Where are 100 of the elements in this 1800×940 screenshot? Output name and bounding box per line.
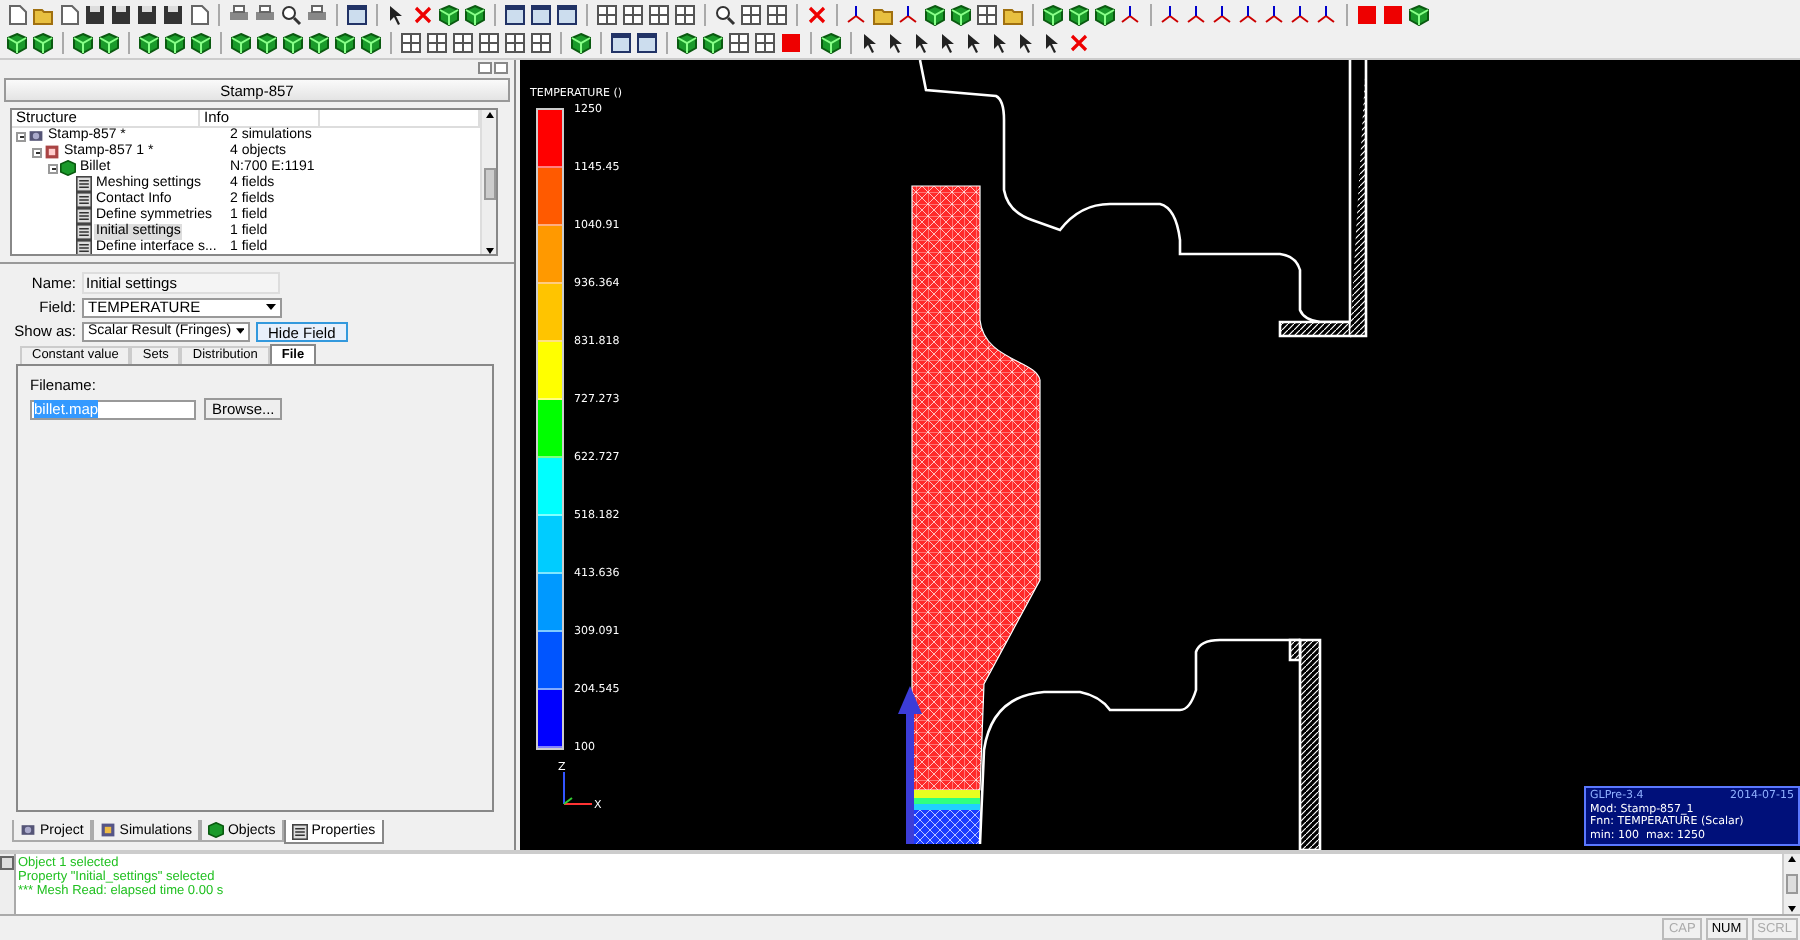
toolbar-button[interactable] [634, 30, 658, 54]
cube-icon [333, 31, 355, 53]
up-arrow-icon [1786, 854, 1798, 864]
toolbar-button[interactable] [358, 30, 382, 54]
search-icon [713, 3, 735, 25]
close-button[interactable] [494, 62, 508, 74]
scrollbar[interactable] [480, 110, 496, 254]
toolbar-button[interactable] [948, 2, 972, 26]
floppy-icon [161, 3, 183, 25]
toolbar-button[interactable] [228, 30, 252, 54]
down-arrow-icon [483, 246, 495, 254]
close-icon [411, 3, 433, 25]
toolbar-button[interactable] [1288, 2, 1312, 26]
expander-icon[interactable] [32, 147, 42, 157]
caret-icon [235, 328, 244, 334]
toolbar-button[interactable] [70, 30, 94, 54]
cube-icon [569, 31, 591, 53]
minimize-button[interactable] [478, 62, 492, 74]
toolbar-button[interactable] [30, 30, 54, 54]
cube-icon [163, 31, 185, 53]
cube-icon [97, 31, 119, 53]
toolbar-button[interactable] [674, 30, 698, 54]
toolbar-button[interactable] [254, 30, 278, 54]
toolbar-button[interactable] [280, 30, 304, 54]
floppy-icon [109, 3, 131, 25]
toolbar-button[interactable] [608, 30, 632, 54]
toolbar-button[interactable] [278, 2, 302, 26]
close-icon [1067, 31, 1089, 53]
toolbar-button[interactable] [108, 2, 132, 26]
toolbar-button[interactable] [306, 30, 330, 54]
cube-icon [463, 3, 485, 25]
toolbar-button[interactable] [712, 2, 736, 26]
close-icon [805, 3, 827, 25]
cube-icon [5, 31, 27, 53]
toolbar-button[interactable] [922, 2, 946, 26]
document-icon [5, 3, 27, 25]
document-icon [187, 3, 209, 25]
toolbar-button[interactable] [1406, 2, 1430, 26]
down-arrow-icon [1786, 904, 1798, 914]
toolbar-button[interactable] [332, 30, 356, 54]
printer-icon [253, 3, 275, 25]
cube-icon [1407, 3, 1429, 25]
toolbar-button[interactable] [134, 2, 158, 26]
toolbar-button[interactable] [82, 2, 106, 26]
toolbar-button[interactable] [818, 30, 842, 54]
toolbar-button[interactable] [554, 2, 578, 26]
close-button[interactable] [0, 856, 14, 870]
window-icon [555, 3, 577, 25]
window-icon [345, 3, 367, 25]
axes-icon [1159, 3, 1181, 25]
pointer-icon [989, 31, 1011, 53]
printer-icon [305, 3, 327, 25]
scrollbar[interactable] [1782, 854, 1800, 914]
axes-icon [1185, 3, 1207, 25]
toolbar-button[interactable] [1210, 2, 1234, 26]
toolbar-button[interactable] [160, 2, 184, 26]
toolbar-button[interactable] [568, 30, 592, 54]
cube-icon [60, 160, 76, 176]
toolbar-button[interactable] [1314, 2, 1338, 26]
folder-icon [31, 3, 53, 25]
up-arrow-icon [483, 110, 495, 120]
square-icon [1355, 3, 1377, 25]
cube-icon [819, 31, 841, 53]
axes-icon [1237, 3, 1259, 25]
toolbar-button[interactable] [896, 2, 920, 26]
toolbar-button[interactable] [1040, 2, 1064, 26]
document-icon [57, 3, 79, 25]
floppy-icon [83, 3, 105, 25]
pointer-icon [911, 31, 933, 53]
toolbar-button[interactable] [502, 2, 526, 26]
toolbar-button[interactable] [1184, 2, 1208, 26]
window-icon [635, 31, 657, 53]
toolbar-button[interactable] [700, 30, 724, 54]
axes-icon [1263, 3, 1285, 25]
toolbar-button[interactable] [4, 30, 28, 54]
cube-icon [1041, 3, 1063, 25]
toolbar-button[interactable] [528, 2, 552, 26]
toolbar-button[interactable] [136, 30, 160, 54]
toolbar-button[interactable] [96, 30, 120, 54]
cube-icon [137, 31, 159, 53]
cube-icon [359, 31, 381, 53]
toolbar-button[interactable] [436, 2, 460, 26]
toolbar-button[interactable] [1066, 2, 1090, 26]
toolbar-button[interactable] [844, 2, 868, 26]
toolbar-button[interactable] [344, 2, 368, 26]
cube-icon [281, 31, 303, 53]
toolbar-button[interactable] [162, 30, 186, 54]
toolbar-button[interactable] [1118, 2, 1142, 26]
pointer-icon [385, 3, 407, 25]
expander-icon[interactable] [16, 131, 26, 141]
toolbar-button[interactable] [1158, 2, 1182, 26]
toolbar-button[interactable] [1092, 2, 1116, 26]
expander-icon[interactable] [48, 163, 58, 173]
toolbar-button[interactable] [188, 30, 212, 54]
folder-icon [871, 3, 893, 25]
pointer-icon [1015, 31, 1037, 53]
toolbar-button[interactable] [1262, 2, 1286, 26]
cube-icon [229, 31, 251, 53]
toolbar-button[interactable] [462, 2, 486, 26]
toolbar-button[interactable] [1236, 2, 1260, 26]
